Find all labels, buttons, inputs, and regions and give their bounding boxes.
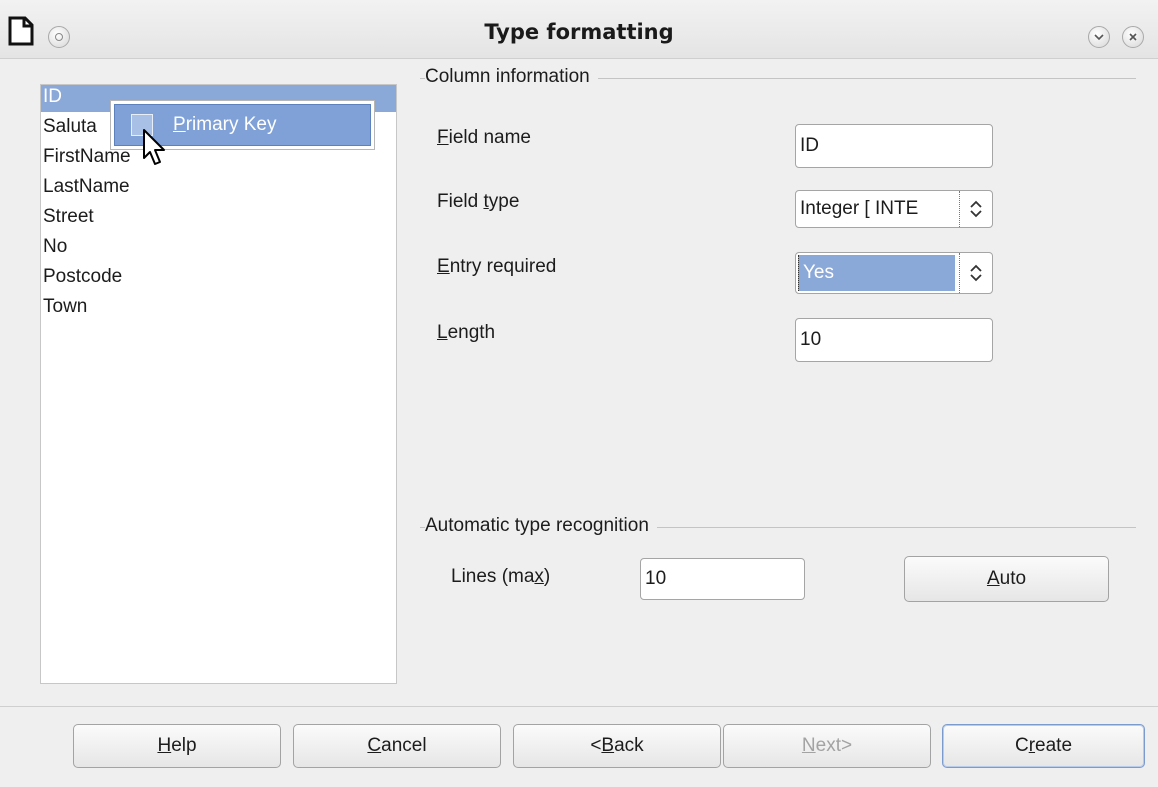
entry-required-value: Yes [798, 255, 955, 291]
back-button[interactable]: < Back [513, 724, 721, 768]
field-type-label: Field type [437, 191, 520, 212]
window-title: Type formatting [484, 20, 674, 44]
entry-required-select[interactable]: Yes [795, 252, 993, 294]
spin-arrows-icon[interactable] [959, 191, 992, 227]
cancel-button[interactable]: Cancel [293, 724, 501, 768]
auto-button[interactable]: Auto [904, 556, 1109, 602]
length-input[interactable]: 10 [795, 318, 993, 362]
field-type-value: Integer [ INTE [800, 198, 919, 219]
close-icon[interactable] [1122, 26, 1144, 48]
field-name-label: Field name [437, 127, 531, 148]
list-item-street[interactable]: Street [41, 202, 396, 232]
length-label: Length [437, 322, 496, 343]
spin-arrows-icon[interactable] [959, 253, 992, 293]
list-item-no[interactable]: No [41, 232, 396, 262]
mouse-pointer-icon [143, 129, 165, 165]
list-item-town[interactable]: Town [41, 292, 396, 322]
create-button[interactable]: Cr eate [942, 724, 1145, 768]
field-name-input[interactable]: ID [795, 124, 993, 168]
lines-max-input[interactable]: 10 [640, 558, 805, 600]
primary-key-label: Primary Key [173, 114, 277, 135]
lines-max-label: Lines (max) [451, 566, 551, 587]
title-bar: Type formatting [0, 0, 1158, 59]
help-button[interactable]: Help [73, 724, 281, 768]
auto-recognition-heading: Automatic type recognition [425, 515, 657, 537]
field-list[interactable]: ID Saluta FirstName LastName Street No P… [40, 84, 397, 684]
list-item-lastname[interactable]: LastName [41, 172, 396, 202]
field-type-select[interactable]: Integer [ INTE [795, 190, 993, 228]
column-info-heading: Column information [425, 66, 598, 88]
minimize-icon[interactable] [1088, 26, 1110, 48]
list-item-postcode[interactable]: Postcode [41, 262, 396, 292]
next-button[interactable]: Next> [723, 724, 931, 768]
footer-divider [0, 706, 1158, 707]
entry-required-label: Entry required [437, 256, 557, 277]
